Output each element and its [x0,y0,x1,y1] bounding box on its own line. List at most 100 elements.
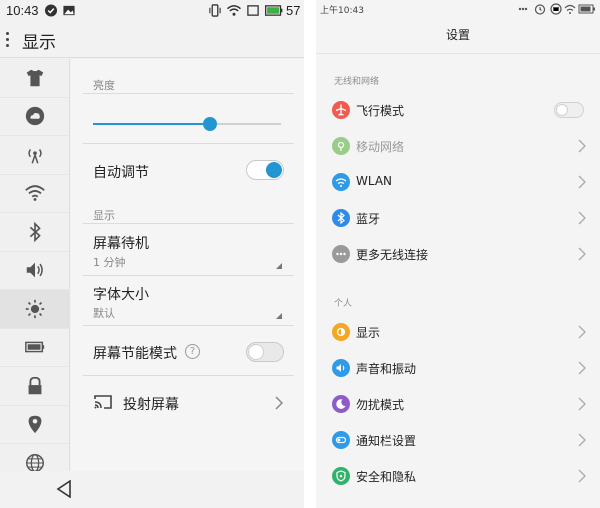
font-size-title: 字体大小 [93,287,149,303]
chevron-right-icon [578,433,586,447]
help-icon[interactable]: ? [185,344,200,359]
settings-item-mobile-network[interactable]: 移动网络 [316,128,600,164]
dropdown-indicator-icon [276,313,282,319]
divider [83,223,294,224]
brightness-slider[interactable] [93,117,281,131]
status-bar: 上午10:43 [316,0,600,18]
settings-item-label: 显示 [356,326,381,340]
cast-screen-label: 投射屏幕 [123,397,179,413]
font-size-value: 默认 [93,307,115,320]
display-settings-panel: 亮度 自动调节 显示 屏幕待机 1 分钟 字体大小 默认 屏幕节能模式 ? 投射… [71,59,304,471]
settings-item-bluetooth[interactable]: 蓝牙 [316,200,600,236]
tshirt-icon [26,69,44,86]
settings-item-label: WLAN [356,174,393,188]
status-time: 10:43 [6,3,39,18]
toggle-knob [556,104,568,116]
right-phone-screen: 上午10:43 设置 无线和网络 飞行模式 移动网络 WLAN 蓝牙 更多无线连… [316,0,600,508]
settings-item-label: 移动网络 [356,140,405,154]
wifi-icon [25,185,45,202]
menu-icon[interactable] [6,32,10,48]
header: 显示 [0,22,304,58]
display-section-label: 显示 [93,209,115,222]
toggle-knob [266,162,282,178]
battery-status-icon [264,5,283,16]
wifi-status-icon [227,5,241,16]
sidebar-item-location[interactable] [0,406,70,444]
auto-adjust-toggle[interactable] [246,160,284,180]
chevron-right-icon [578,325,586,339]
vibrate-icon [209,4,221,17]
settings-item-label: 声音和振动 [356,362,417,376]
settings-item-notification-bar[interactable]: 通知栏设置 [316,422,600,458]
slider-thumb[interactable] [202,117,217,131]
settings-item-label: 安全和隐私 [356,470,417,484]
settings-item-more-wireless[interactable]: 更多无线连接 [316,236,600,272]
chevron-right-icon [578,175,586,189]
chevron-right-icon [578,397,586,411]
settings-item-sound[interactable]: 声音和振动 [316,350,600,386]
sidebar-item-cloud[interactable] [0,98,70,136]
chevron-right-icon [578,361,586,375]
sidebar-item-bluetooth[interactable] [0,213,70,252]
page-title: 显示 [22,33,56,53]
airplane-icon [332,101,350,119]
back-triangle-icon[interactable] [56,480,72,498]
divider [83,93,294,94]
settings-item-wlan[interactable]: WLAN [316,164,600,200]
settings-item-security-privacy[interactable]: 安全和隐私 [316,458,600,494]
sidebar-item-display[interactable] [0,290,70,329]
sidebar-item-mobile-network[interactable] [0,136,70,175]
alarm-icon [534,4,546,15]
bluetooth-icon [332,209,350,227]
auto-adjust-label: 自动调节 [93,165,149,181]
more-icon [332,245,350,263]
settings-item-label: 飞行模式 [356,104,405,118]
chevron-right-icon [578,247,586,261]
divider [83,325,294,326]
battery-icon [25,341,45,353]
group-label-personal: 个人 [334,299,353,309]
mobile-network-icon [332,137,350,155]
settings-item-label: 勿扰模式 [356,398,405,412]
sidebar-item-wifi[interactable] [0,175,70,213]
status-bar: 10:43 57 [0,0,304,22]
cast-icon [94,395,112,409]
settings-item-label: 蓝牙 [356,212,381,226]
screen-timeout-title: 屏幕待机 [93,236,149,252]
chevron-right-icon [578,469,586,483]
sim-icon [247,5,259,16]
sound-icon [332,359,350,377]
sidebar-item-sound[interactable] [0,252,70,290]
mi-icon [550,3,562,15]
page-title: 设置 [445,28,470,42]
image-icon [63,5,75,16]
battery-level: 57 [286,3,301,18]
settings-item-display[interactable]: 显示 [316,314,600,350]
moon-icon [332,395,350,413]
check-circle-icon [44,4,58,17]
divider [83,375,294,376]
sidebar-item-battery[interactable] [0,329,70,367]
navigation-bar [0,471,304,508]
wifi-icon [332,173,350,191]
left-phone-screen: 10:43 57 显示 亮度 自动调节 显示 屏幕待机 1 分钟 字体大小 默认… [0,0,304,508]
toggle-knob [248,344,264,360]
settings-item-label: 通知栏设置 [356,434,417,448]
group-label-wireless: 无线和网络 [334,77,380,87]
divider [83,275,294,276]
airplane-mode-toggle[interactable] [554,102,584,118]
settings-item-do-not-disturb[interactable]: 勿扰模式 [316,386,600,422]
brightness-label: 亮度 [93,79,115,92]
notification-icon [332,431,350,449]
brightness-icon [25,299,45,318]
bluetooth-icon [29,221,41,242]
sidebar-item-security[interactable] [0,367,70,406]
battery-status-icon [578,4,595,14]
status-time: 上午10:43 [320,6,364,16]
sidebar-item-theme[interactable] [0,59,70,98]
dropdown-indicator-icon [276,263,282,269]
display-icon [332,323,350,341]
settings-item-airplane-mode[interactable]: 飞行模式 [316,92,600,128]
chevron-right-icon [578,211,586,225]
power-saving-toggle[interactable] [246,342,284,362]
